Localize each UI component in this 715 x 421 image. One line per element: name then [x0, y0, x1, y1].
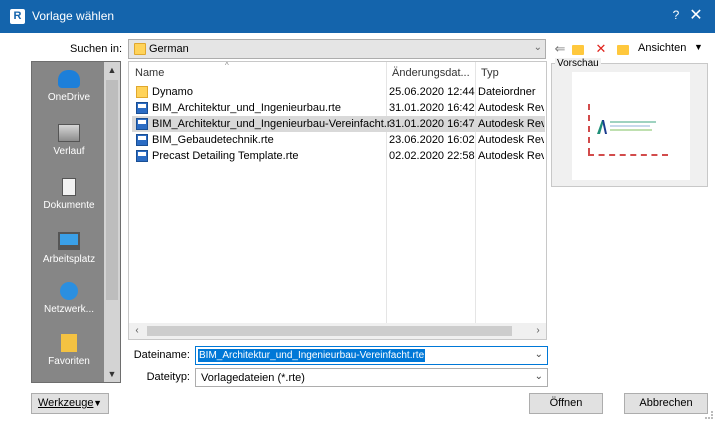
preview-panel: [551, 63, 708, 187]
file-date: 23.06.2020 16:02: [389, 134, 475, 146]
file-row-bim-architektur[interactable]: BIM_Architektur_und_Ingenieurbau.rte 31.…: [132, 100, 545, 116]
place-documents[interactable]: Dokumente: [32, 178, 106, 211]
places-scroll-thumb[interactable]: [106, 80, 118, 300]
horizontal-scrollbar[interactable]: ‹ ›: [129, 323, 546, 339]
column-header-type[interactable]: Typ: [475, 62, 545, 84]
autodesk-logo-icon: [597, 120, 607, 134]
file-name: Precast Detailing Template.rte: [152, 150, 299, 162]
place-label: OneDrive: [47, 92, 91, 103]
scroll-left-icon[interactable]: ‹: [129, 323, 145, 339]
scroll-right-icon[interactable]: ›: [530, 323, 546, 339]
history-icon: [58, 124, 80, 142]
file-name: BIM_Architektur_und_Ingenieurbau.rte: [152, 102, 341, 114]
up-folder-icon[interactable]: [571, 40, 585, 57]
column-header-date[interactable]: Änderungsdat...: [386, 62, 476, 84]
chevron-down-icon[interactable]: ⌄: [534, 42, 542, 53]
filename-value[interactable]: BIM_Architektur_und_Ingenieurbau-Vereinf…: [198, 349, 426, 362]
scroll-down-icon[interactable]: ▼: [104, 366, 120, 382]
views-button[interactable]: Ansichten: [638, 42, 686, 54]
filetype-label: Dateityp:: [146, 371, 190, 383]
close-button[interactable]: ✕: [683, 4, 709, 28]
title-bar: R Vorlage wählen ? ✕: [0, 0, 715, 33]
look-in-label: Suchen in:: [70, 43, 122, 55]
column-header-name[interactable]: Name: [129, 62, 387, 84]
tools-dropdown-arrow-icon: ▼: [93, 398, 102, 408]
preview-label: Vorschau: [555, 58, 601, 69]
filetype-value: Vorlagedateien (*.rte): [201, 372, 305, 384]
scroll-up-icon[interactable]: ▲: [104, 62, 120, 78]
file-row-precast[interactable]: Precast Detailing Template.rte 02.02.202…: [132, 148, 545, 164]
look-in-value: German: [149, 43, 189, 55]
horizontal-scroll-thumb[interactable]: [147, 326, 512, 336]
template-preview-image: [572, 72, 690, 180]
tools-button-label: Werkzeuge: [38, 397, 94, 409]
cancel-button[interactable]: Abbrechen: [624, 393, 708, 414]
file-list: Name ^ Änderungsdat... Typ Dynamo 25.06.…: [128, 61, 547, 340]
place-computer[interactable]: Arbeitsplatz: [32, 232, 106, 265]
filetype-select[interactable]: Vorlagedateien (*.rte) ⌄: [195, 368, 548, 387]
network-icon: [60, 282, 78, 300]
place-label: Verlauf: [53, 146, 85, 157]
file-type: Autodesk Revit: [478, 102, 544, 114]
place-history[interactable]: Verlauf: [32, 124, 106, 157]
views-dropdown-arrow-icon[interactable]: ▼: [694, 42, 703, 52]
filename-combobox[interactable]: BIM_Architektur_und_Ingenieurbau-Vereinf…: [195, 346, 548, 365]
place-label: Dokumente: [43, 200, 95, 211]
file-row-bim-gebaudetechnik[interactable]: BIM_Gebaudetechnik.rte 23.06.2020 16:02 …: [132, 132, 545, 148]
computer-icon: [58, 232, 80, 250]
back-arrow-icon[interactable]: ⇐: [553, 40, 567, 57]
tools-button[interactable]: Werkzeuge ▼: [31, 393, 109, 414]
revit-app-icon: R: [10, 9, 25, 24]
file-date: 31.01.2020 16:42: [389, 102, 475, 114]
look-in-combobox[interactable]: German ⌄: [128, 39, 546, 59]
documents-icon: [62, 178, 76, 196]
favorites-icon: [61, 334, 77, 352]
folder-icon: [134, 43, 146, 55]
file-row-dynamo[interactable]: Dynamo 25.06.2020 12:44 Dateiordner: [132, 84, 545, 100]
file-date: 31.01.2020 16:47: [389, 118, 475, 130]
cloud-icon: [58, 70, 80, 88]
chevron-down-icon[interactable]: ⌄: [535, 371, 543, 382]
open-button[interactable]: Öffnen: [529, 393, 603, 414]
file-type: Autodesk Revit: [478, 134, 544, 146]
delete-icon[interactable]: ✕: [594, 40, 608, 57]
place-onedrive[interactable]: OneDrive: [32, 70, 106, 103]
help-button[interactable]: ?: [670, 8, 682, 24]
file-type: Dateiordner: [478, 86, 536, 98]
new-folder-icon[interactable]: [615, 40, 631, 57]
resize-grip-icon[interactable]: [705, 411, 713, 419]
file-name: Dynamo: [152, 86, 193, 98]
place-label: Arbeitsplatz: [42, 254, 96, 265]
file-type: Autodesk Revit: [478, 150, 544, 162]
chevron-down-icon[interactable]: ⌄: [535, 349, 543, 360]
file-name: BIM_Gebaudetechnik.rte: [152, 134, 274, 146]
file-row-bim-architektur-vereinfacht[interactable]: BIM_Architektur_und_Ingenieurbau-Vereinf…: [132, 116, 545, 132]
file-date: 02.02.2020 22:58: [389, 150, 475, 162]
place-label: Favoriten: [48, 356, 90, 367]
place-favorites[interactable]: Favoriten: [32, 334, 106, 367]
window-title: Vorlage wählen: [32, 9, 115, 23]
filename-label: Dateiname:: [133, 349, 190, 361]
place-label: Netzwerk...: [43, 304, 94, 315]
places-scrollbar[interactable]: ▲ ▼: [104, 62, 120, 382]
file-date: 25.06.2020 12:44: [389, 86, 475, 98]
places-bar: OneDrive Verlauf Dokumente Arbeitsplatz …: [31, 61, 121, 383]
sort-ascending-icon: ^: [225, 61, 229, 70]
file-name: BIM_Architektur_und_Ingenieurbau-Vereinf…: [152, 118, 390, 130]
file-type: Autodesk Revit: [478, 118, 544, 130]
place-network[interactable]: Netzwerk...: [32, 282, 106, 315]
